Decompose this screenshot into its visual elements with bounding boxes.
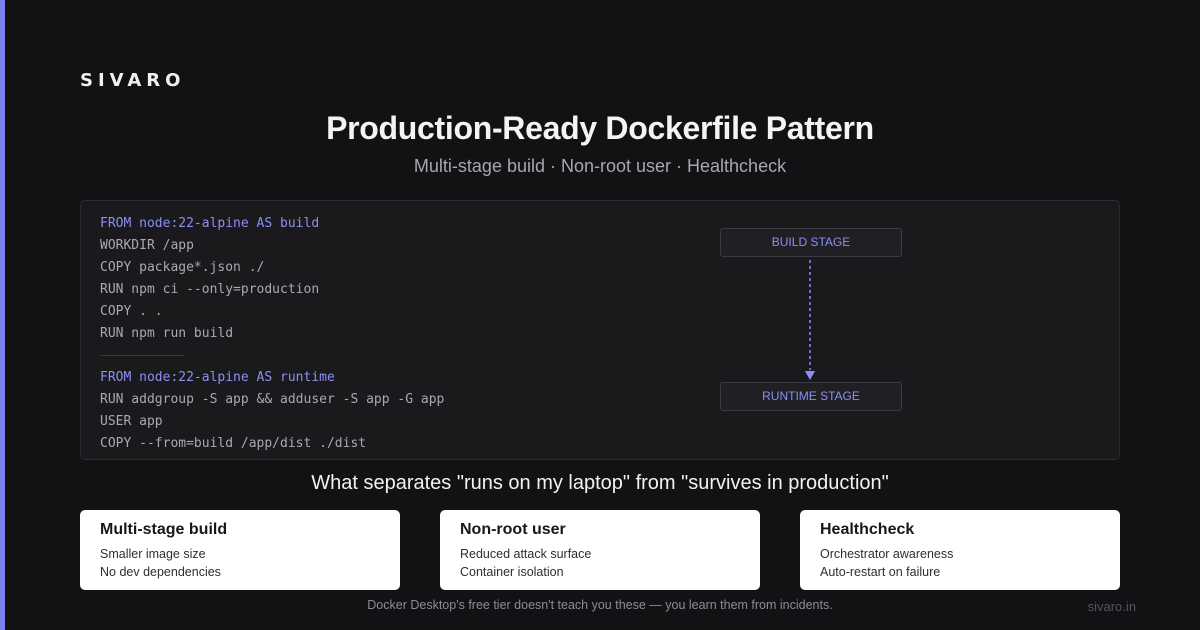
accent-bar bbox=[0, 0, 5, 630]
card-line: Smaller image size bbox=[100, 547, 206, 561]
site-url: sivaro.in bbox=[1087, 599, 1136, 614]
code-line: FROM node:22-alpine AS runtime bbox=[100, 370, 335, 385]
code-line: RUN addgroup -S app && adduser -S app -G… bbox=[100, 392, 445, 407]
card-line: Orchestrator awareness bbox=[820, 547, 954, 561]
card-healthcheck: Healthcheck Orchestrator awareness Auto-… bbox=[800, 510, 1120, 590]
build-stage-box: BUILD STAGE bbox=[720, 228, 902, 257]
brand-logo: SIVARO bbox=[80, 70, 186, 91]
card-multi-stage-build: Multi-stage build Smaller image size No … bbox=[80, 510, 400, 590]
code-line: RUN npm ci --only=production bbox=[100, 282, 320, 297]
dockerfile-code: FROM node:22-alpine AS build WORKDIR /ap… bbox=[100, 213, 444, 455]
footer-note: Docker Desktop's free tier doesn't teach… bbox=[367, 598, 833, 612]
code-line: USER app bbox=[100, 414, 163, 429]
runtime-stage-box: RUNTIME STAGE bbox=[720, 382, 902, 411]
card-title: Healthcheck bbox=[820, 521, 915, 538]
tagline: What separates "runs on my laptop" from … bbox=[311, 472, 889, 494]
page-subtitle: Multi-stage build · Non-root user · Heal… bbox=[413, 156, 787, 176]
code-panel: FROM node:22-alpine AS build WORKDIR /ap… bbox=[80, 200, 1120, 460]
card-non-root-user: Non-root user Reduced attack surface Con… bbox=[440, 510, 760, 590]
card-line: No dev dependencies bbox=[100, 565, 221, 579]
card-line: Reduced attack surface bbox=[460, 547, 592, 561]
code-line: RUN npm run build bbox=[100, 326, 234, 341]
card-line: Container isolation bbox=[460, 565, 564, 579]
code-line: COPY . . bbox=[100, 304, 163, 319]
stage-separator bbox=[100, 355, 184, 356]
stage-arrow-icon bbox=[805, 260, 815, 380]
code-line: COPY package*.json ./ bbox=[100, 260, 265, 275]
code-line: COPY --from=build /app/dist ./dist bbox=[100, 436, 367, 451]
card-title: Non-root user bbox=[460, 521, 566, 538]
page-title: Production-Ready Dockerfile Pattern bbox=[326, 110, 874, 146]
card-title: Multi-stage build bbox=[100, 521, 228, 538]
card-line: Auto-restart on failure bbox=[820, 565, 941, 579]
code-line: FROM node:22-alpine AS build bbox=[100, 216, 320, 231]
code-line: WORKDIR /app bbox=[100, 238, 194, 253]
